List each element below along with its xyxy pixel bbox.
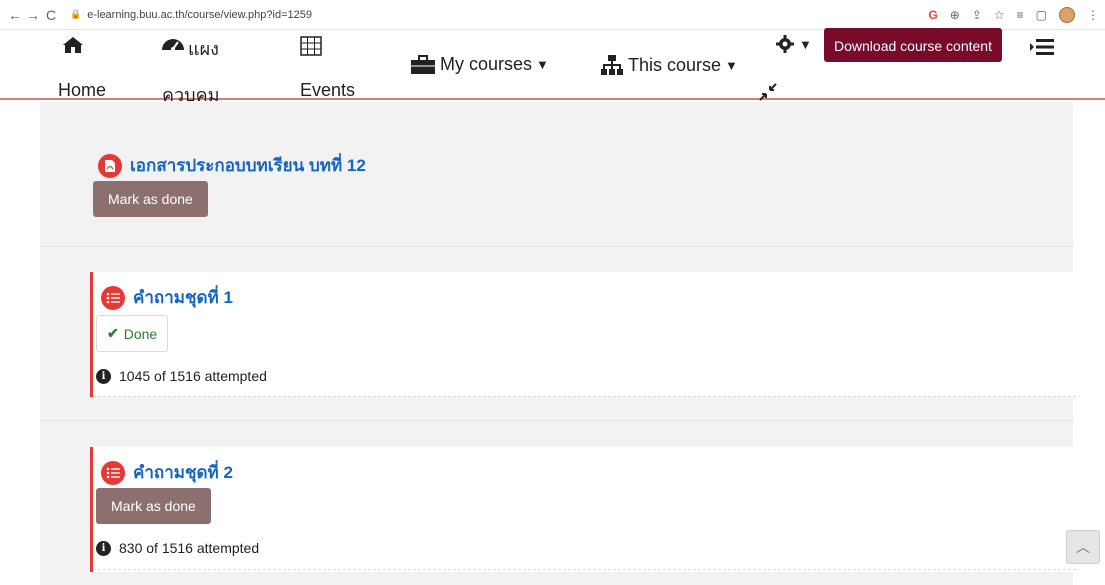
- calendar-icon[interactable]: [300, 36, 322, 56]
- settings-menu[interactable]: ▼: [775, 34, 812, 54]
- address-bar[interactable]: 🔒 e-learning.buu.ac.th/course/view.php?i…: [70, 9, 312, 21]
- done-wrap: ✔ Done: [96, 315, 169, 352]
- mark-done-wrap: Mark as done: [93, 181, 208, 217]
- bookmark-star-icon[interactable]: ☆: [994, 8, 1005, 22]
- collapse-icon[interactable]: [758, 82, 778, 102]
- course-content: เอกสารประกอบบทเรียน บทที่ 12 Mark as don…: [40, 102, 1076, 585]
- activity-resource: เอกสารประกอบบทเรียน บทที่ 12 Mark as don…: [90, 152, 1073, 222]
- activity-link[interactable]: เอกสารประกอบบทเรียน บทที่ 12: [130, 152, 366, 179]
- attempt-summary: i 830 of 1516 attempted: [96, 540, 259, 556]
- pdf-icon: [98, 153, 122, 178]
- drawer-toggle-icon[interactable]: [1030, 38, 1054, 56]
- menu-dots-icon[interactable]: ⋮: [1087, 8, 1099, 22]
- activity-link[interactable]: คำถามชุดที่ 2: [133, 459, 233, 486]
- mark-as-done-button[interactable]: Mark as done: [93, 181, 208, 217]
- mark-as-done-button[interactable]: Mark as done: [96, 488, 211, 524]
- activity-quiz-2: คำถามชุดที่ 2 Mark as done i 830 of 1516…: [90, 447, 1076, 572]
- activity-quiz-1: คำถามชุดที่ 1 ✔ Done i 1045 of 1516 atte…: [90, 272, 1076, 397]
- section-divider: [40, 246, 1073, 247]
- lock-icon: 🔒: [70, 9, 82, 19]
- dashboard-icon[interactable]: [160, 36, 186, 52]
- my-courses-menu[interactable]: My courses ▼: [410, 54, 549, 75]
- info-icon: i: [96, 368, 111, 384]
- nav-home-label[interactable]: Home: [58, 80, 106, 101]
- download-course-content-button[interactable]: Download course content: [824, 28, 1002, 62]
- back-to-top-button[interactable]: ︿: [1066, 530, 1100, 564]
- nav-events-label[interactable]: Events: [300, 80, 355, 101]
- url-text: e-learning.buu.ac.th/course/view.php?id=…: [87, 8, 312, 21]
- check-icon: ✔: [107, 325, 119, 341]
- nav-dashboard-icon-label[interactable]: แผง: [188, 34, 219, 63]
- zoom-icon[interactable]: ⊕: [950, 8, 960, 22]
- done-label: Done: [123, 325, 158, 342]
- side-panel-icon[interactable]: ▢: [1036, 8, 1047, 22]
- activity-link[interactable]: คำถามชุดที่ 1: [133, 284, 233, 311]
- quiz-icon: [101, 285, 125, 310]
- caret-down-icon: ▼: [536, 57, 549, 72]
- chevron-up-icon: ︿: [1076, 539, 1090, 555]
- gear-icon: [776, 35, 794, 53]
- activity-title-row[interactable]: คำถามชุดที่ 1: [101, 284, 233, 311]
- share-icon[interactable]: ⇪: [972, 8, 982, 22]
- sitemap-icon: [601, 55, 623, 75]
- reload-icon[interactable]: C: [42, 7, 60, 23]
- mark-done-wrap: Mark as done: [96, 488, 211, 524]
- attempt-count: 1045 of 1516 attempted: [119, 368, 267, 384]
- site-navbar: Home แผง ควบคุม Events My courses ▼ This…: [0, 28, 1105, 105]
- card-bottom-border: [93, 396, 1076, 397]
- quiz-icon: [101, 460, 125, 485]
- forward-icon[interactable]: →: [24, 7, 42, 23]
- card-bottom-border: [93, 569, 1076, 570]
- google-icon[interactable]: G: [928, 8, 937, 22]
- briefcase-icon: [411, 54, 435, 74]
- caret-down-icon: ▼: [725, 57, 738, 73]
- info-icon: i: [96, 540, 111, 556]
- browser-toolbar: ← → C 🔒 e-learning.buu.ac.th/course/view…: [0, 0, 1105, 30]
- section-divider: [40, 420, 1073, 421]
- done-button[interactable]: ✔ Done: [96, 315, 169, 352]
- back-icon[interactable]: ←: [6, 7, 24, 23]
- activity-title-row[interactable]: คำถามชุดที่ 2: [101, 459, 233, 486]
- caret-down-icon: ▼: [799, 36, 812, 52]
- this-course-label: This course: [628, 54, 722, 75]
- attempt-count: 830 of 1516 attempted: [119, 540, 260, 556]
- profile-avatar[interactable]: [1059, 6, 1075, 23]
- my-courses-label: My courses: [440, 54, 533, 74]
- attempt-summary: i 1045 of 1516 attempted: [96, 368, 267, 384]
- home-icon[interactable]: [62, 36, 84, 54]
- browser-tools: G ⊕ ⇪ ☆ ≡ ▢ ⋮: [928, 6, 1105, 23]
- reading-list-icon[interactable]: ≡: [1017, 8, 1024, 22]
- activity-title-row[interactable]: เอกสารประกอบบทเรียน บทที่ 12: [98, 152, 366, 179]
- this-course-menu[interactable]: This course ▼: [600, 54, 738, 76]
